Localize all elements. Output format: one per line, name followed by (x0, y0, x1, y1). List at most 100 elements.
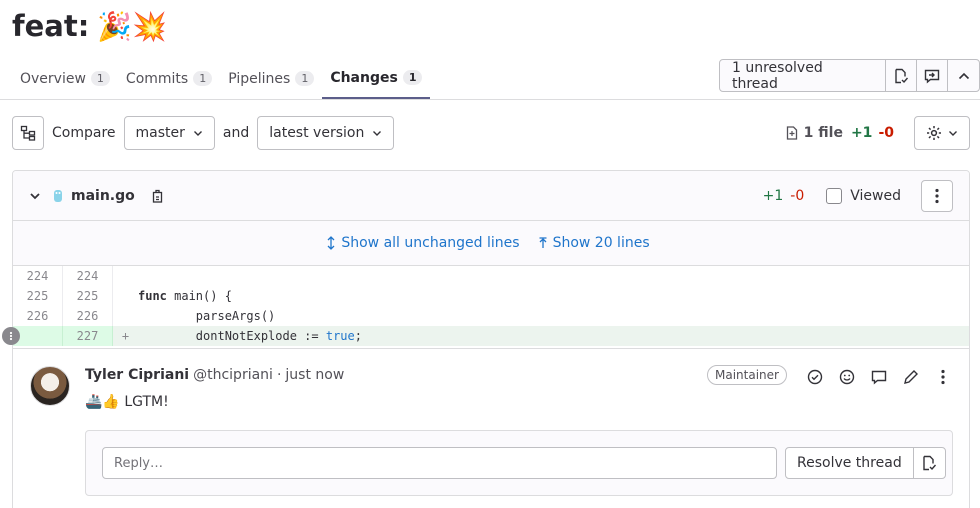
document-check-icon (923, 455, 937, 471)
diff-file-header: main.go +1 -0 Viewed (13, 171, 969, 221)
reply-input[interactable]: Reply… (102, 447, 777, 479)
file-options-button[interactable] (921, 179, 953, 212)
file-tree-icon (20, 125, 36, 141)
new-line-number[interactable]: 225 (63, 286, 113, 306)
diff-line: 226 226 parseArgs() (13, 306, 969, 326)
tab-label: Pipelines (228, 70, 291, 87)
discussion-note: Tyler Cipriani @thcipriani · just now 🚢👍… (13, 348, 969, 508)
tab-count: 1 (295, 71, 315, 86)
comment-next-icon (924, 69, 940, 83)
deletions-count: -0 (878, 125, 894, 141)
diff-settings-button[interactable] (914, 116, 970, 150)
resolve-thread-button[interactable]: Resolve thread (786, 448, 914, 478)
viewed-checkbox[interactable] (826, 187, 843, 204)
tab-count: 1 (402, 70, 423, 85)
role-badge: Maintainer (707, 365, 787, 385)
comment-icon (871, 370, 887, 385)
check-circle-icon (807, 369, 823, 385)
file-diff-icon (786, 126, 797, 140)
code-keyword: func (138, 289, 167, 303)
expand-icon (327, 236, 335, 250)
collapse-button[interactable] (948, 60, 979, 91)
diff-line-added: 227 + dontNotExplode := true; (13, 326, 969, 346)
copy-path-icon[interactable] (151, 189, 165, 203)
note-author: Tyler Cipriani @thcipriani · just now (85, 367, 344, 383)
diff-lines: 224 224 225 225 func main() { 226 226 pa… (13, 266, 969, 346)
note-actions (799, 365, 959, 389)
mr-title-emoji: 🎉💥 (97, 9, 168, 43)
new-line-number[interactable]: 224 (63, 266, 113, 286)
old-line-number[interactable] (13, 326, 63, 346)
code-literal: true (325, 329, 355, 343)
file-deletions: -0 (790, 187, 805, 204)
next-thread-button[interactable] (917, 60, 949, 91)
chevron-down-icon (949, 131, 957, 136)
code-text: dontNotExplode := (138, 329, 326, 343)
add-reaction-button[interactable] (831, 365, 863, 389)
edit-button[interactable] (895, 365, 927, 389)
chevron-down-icon (373, 131, 382, 136)
head-version-dropdown[interactable]: latest version (257, 116, 395, 150)
show-all-lines-link[interactable]: Show all unchanged lines (326, 235, 525, 251)
new-line-number[interactable]: 226 (63, 306, 113, 326)
author-name[interactable]: Tyler Cipriani (85, 367, 189, 383)
tab-label: Commits (125, 70, 189, 87)
tab-pipelines[interactable]: Pipelines 1 (220, 58, 322, 99)
chevron-up-icon (958, 72, 969, 79)
note-separator: · (276, 367, 282, 383)
line-marker: + (121, 329, 130, 343)
tab-label: Changes (330, 69, 398, 86)
compare-toolbar: Compare master and latest version 1 file… (12, 116, 970, 150)
kebab-menu-icon (935, 188, 939, 203)
show-all-lines-label: Show all unchanged lines (341, 235, 520, 251)
old-line-number[interactable]: 226 (13, 306, 63, 326)
expand-up-icon (539, 237, 547, 248)
resolve-in-issue-button[interactable] (914, 448, 945, 478)
avatar[interactable] (30, 366, 70, 406)
tab-count: 1 (90, 71, 110, 86)
file-diff-stats: +1 -0 (763, 188, 805, 204)
comment-gutter-icon[interactable] (2, 327, 20, 345)
pencil-icon (904, 370, 918, 384)
expand-lines-row: Show all unchanged lines Show 20 lines (13, 221, 969, 266)
note-body: 🚢👍 LGTM! (85, 394, 169, 410)
author-handle[interactable]: @thcipriani (193, 367, 273, 383)
tab-label: Overview (20, 70, 86, 87)
note-time[interactable]: just now (285, 367, 344, 383)
reply-area: Reply… Resolve thread (85, 430, 953, 496)
base-branch-dropdown[interactable]: master (123, 116, 215, 150)
note-more-button[interactable] (927, 365, 959, 389)
resolve-thread-icon-button[interactable] (799, 365, 831, 389)
tab-commits[interactable]: Commits 1 (118, 58, 220, 99)
compare-label: Compare (52, 125, 116, 141)
old-line-number[interactable]: 225 (13, 286, 63, 306)
diff-line: 224 224 (13, 266, 969, 286)
resolve-all-button[interactable] (886, 60, 918, 91)
go-file-icon (54, 189, 62, 202)
head-version-value: latest version (269, 125, 365, 141)
file-tree-toggle[interactable] (12, 116, 44, 150)
reply-button[interactable] (863, 365, 895, 389)
old-line-number[interactable]: 224 (13, 266, 63, 286)
viewed-toggle[interactable]: Viewed (826, 187, 901, 204)
base-branch-value: master (135, 125, 185, 141)
tab-changes[interactable]: Changes 1 (322, 58, 431, 99)
unresolved-threads-count[interactable]: 1 unresolved thread (720, 60, 887, 92)
mr-title: feat: 🎉💥 (12, 4, 167, 48)
viewed-label: Viewed (850, 187, 901, 204)
tabs-divider (0, 99, 980, 100)
kebab-menu-icon (941, 369, 945, 385)
code-text: main() { (166, 289, 232, 303)
file-name[interactable]: main.go (71, 188, 135, 204)
diff-stats: 1 file +1 -0 (785, 125, 894, 141)
new-line-number[interactable]: 227 (63, 326, 113, 346)
chevron-down-icon (193, 131, 202, 136)
diff-line: 225 225 func main() { (13, 286, 969, 306)
mr-title-text: feat: (12, 9, 90, 43)
chevron-down-icon[interactable] (29, 190, 41, 202)
file-additions: +1 (762, 187, 784, 204)
tab-overview[interactable]: Overview 1 (12, 58, 118, 99)
diff-file: main.go +1 -0 Viewed Show all unchanged l… (12, 170, 970, 508)
code-tail: ; (354, 329, 362, 343)
show-20-lines-link[interactable]: Show 20 lines (538, 235, 656, 251)
